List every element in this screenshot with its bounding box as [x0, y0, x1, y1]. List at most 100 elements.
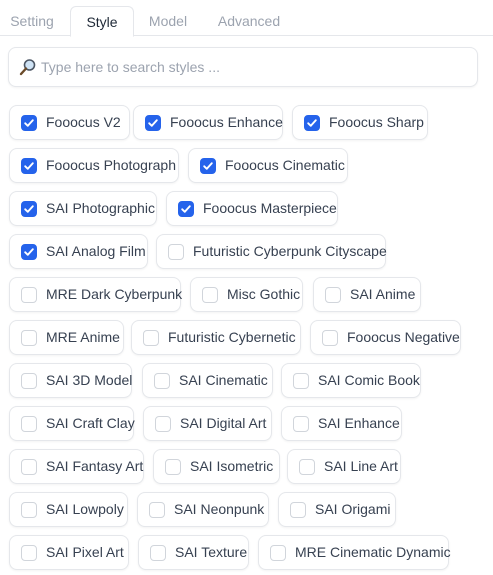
style-option[interactable]: Fooocus Masterpiece [166, 191, 338, 226]
tab-style[interactable]: Style [70, 6, 134, 37]
style-option[interactable]: SAI Cinematic [142, 363, 273, 398]
style-option[interactable]: SAI Pixel Art [9, 535, 129, 570]
style-option[interactable]: MRE Anime [9, 320, 124, 355]
checkbox-checked[interactable] [21, 244, 37, 260]
style-option[interactable]: SAI Neonpunk [137, 492, 269, 527]
style-option-label: MRE Cinematic Dynamic [295, 544, 451, 560]
style-option-label: Futuristic Cybernetic [168, 329, 296, 345]
style-option-label: SAI Comic Book [318, 372, 420, 388]
checkbox-unchecked[interactable] [21, 502, 37, 518]
style-option[interactable]: SAI Digital Art [143, 406, 272, 441]
style-option-label: SAI Anime [350, 286, 416, 302]
style-option[interactable]: Fooocus Photograph [9, 148, 179, 183]
style-option-label: SAI Photographic [46, 200, 155, 216]
style-option[interactable]: MRE Cinematic Dynamic [258, 535, 451, 570]
checkmark-icon [24, 205, 34, 213]
checkbox-checked[interactable] [304, 115, 320, 131]
style-option-label: SAI Origami [315, 501, 391, 517]
style-option[interactable]: Fooocus Enhance [133, 105, 283, 140]
style-option-label: SAI Cinematic [179, 372, 268, 388]
checkbox-unchecked[interactable] [165, 459, 181, 475]
checkbox-unchecked[interactable] [293, 373, 309, 389]
style-option[interactable]: SAI Isometric [153, 449, 280, 484]
checkbox-checked[interactable] [145, 115, 161, 131]
checkbox-unchecked[interactable] [21, 459, 37, 475]
style-option[interactable]: SAI Origami [278, 492, 396, 527]
style-option-label: Fooocus Masterpiece [203, 200, 337, 216]
checkbox-unchecked[interactable] [299, 459, 315, 475]
checkbox-unchecked[interactable] [325, 287, 341, 303]
tab-advanced[interactable]: Advanced [212, 6, 286, 36]
style-option[interactable]: MRE Dark Cyberpunk [9, 277, 182, 312]
checkmark-icon [203, 162, 213, 170]
style-option-label: Misc Gothic [227, 286, 301, 302]
style-option[interactable]: Fooocus Negative [310, 320, 461, 355]
checkmark-icon [148, 119, 158, 127]
checkbox-checked[interactable] [21, 158, 37, 174]
style-option[interactable]: SAI Analog Film [9, 234, 148, 269]
checkbox-unchecked[interactable] [21, 330, 37, 346]
style-option-label: SAI Isometric [190, 458, 274, 474]
style-option[interactable]: SAI Texture [138, 535, 249, 570]
style-option-label: Fooocus Cinematic [225, 157, 345, 173]
checkbox-unchecked[interactable] [21, 287, 37, 303]
checkbox-unchecked[interactable] [149, 502, 165, 518]
checkbox-unchecked[interactable] [21, 416, 37, 432]
style-option-label: Fooocus Negative [347, 329, 460, 345]
magnifier-icon [19, 59, 36, 76]
style-option-label: SAI Analog Film [46, 243, 146, 259]
checkbox-unchecked[interactable] [21, 373, 37, 389]
checkbox-unchecked[interactable] [322, 330, 338, 346]
style-option-label: SAI Line Art [324, 458, 398, 474]
checkbox-unchecked[interactable] [21, 545, 37, 561]
style-option-label: Fooocus Photograph [46, 157, 176, 173]
style-option[interactable]: Futuristic Cyberpunk Cityscape [156, 234, 387, 269]
style-option[interactable]: SAI 3D Model [9, 363, 132, 398]
checkmark-icon [24, 119, 34, 127]
style-option-label: SAI Fantasy Art [46, 458, 144, 474]
checkbox-unchecked[interactable] [150, 545, 166, 561]
style-option[interactable]: SAI Line Art [287, 449, 401, 484]
checkmark-icon [307, 119, 317, 127]
style-option-label: SAI Neonpunk [174, 501, 265, 517]
style-option-label: SAI Pixel Art [46, 544, 124, 560]
checkbox-unchecked[interactable] [290, 502, 306, 518]
style-option[interactable]: Fooocus V2 [9, 105, 130, 140]
checkmark-icon [24, 162, 34, 170]
checkbox-unchecked[interactable] [143, 330, 159, 346]
style-option[interactable]: Futuristic Cybernetic [131, 320, 301, 355]
checkmark-icon [181, 205, 191, 213]
style-option-label: Fooocus Sharp [329, 114, 424, 130]
checkbox-checked[interactable] [200, 158, 216, 174]
style-option[interactable]: Misc Gothic [190, 277, 303, 312]
style-option-label: SAI Craft Clay [46, 415, 135, 431]
style-search-input[interactable] [41, 48, 461, 86]
style-option[interactable]: SAI Enhance [281, 406, 402, 441]
checkbox-checked[interactable] [178, 201, 194, 217]
style-option-label: Fooocus V2 [46, 114, 121, 130]
checkmark-icon [24, 248, 34, 256]
style-option[interactable]: SAI Lowpoly [9, 492, 128, 527]
style-option-label: Fooocus Enhance [170, 114, 283, 130]
checkbox-unchecked[interactable] [154, 373, 170, 389]
tab-setting[interactable]: Setting [4, 6, 60, 36]
style-option[interactable]: Fooocus Cinematic [188, 148, 348, 183]
tab-model[interactable]: Model [142, 6, 194, 36]
checkbox-unchecked[interactable] [293, 416, 309, 432]
style-option-label: SAI 3D Model [46, 372, 133, 388]
checkbox-checked[interactable] [21, 201, 37, 217]
style-option[interactable]: SAI Anime [313, 277, 421, 312]
style-option-label: SAI Lowpoly [46, 501, 124, 517]
checkbox-unchecked[interactable] [168, 244, 184, 260]
style-option[interactable]: SAI Photographic [9, 191, 157, 226]
style-option[interactable]: SAI Fantasy Art [9, 449, 144, 484]
style-option[interactable]: SAI Comic Book [281, 363, 421, 398]
checkbox-unchecked[interactable] [202, 287, 218, 303]
style-option[interactable]: SAI Craft Clay [9, 406, 135, 441]
style-option-label: SAI Texture [175, 544, 248, 560]
checkbox-checked[interactable] [21, 115, 37, 131]
style-option[interactable]: Fooocus Sharp [292, 105, 428, 140]
style-option-label: SAI Enhance [318, 415, 400, 431]
checkbox-unchecked[interactable] [155, 416, 171, 432]
checkbox-unchecked[interactable] [270, 545, 286, 561]
